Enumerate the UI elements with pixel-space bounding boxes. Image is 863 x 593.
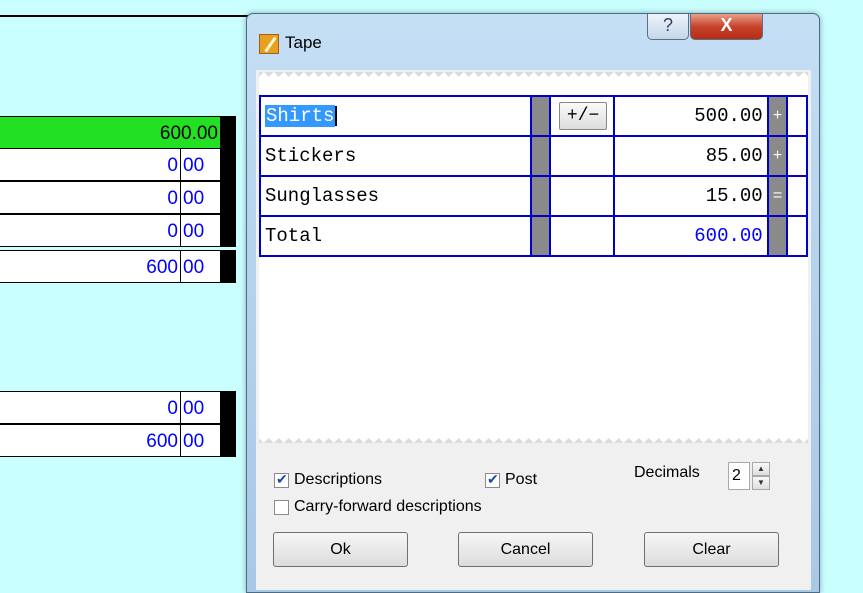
spin-down-arrow-icon[interactable]: ▼: [752, 476, 770, 490]
tape-operator-cell[interactable]: +: [766, 135, 789, 177]
sheet-row[interactable]: 600 00: [0, 250, 236, 283]
tape-operator-cell[interactable]: =: [766, 175, 789, 217]
sheet-row[interactable]: 0 00 ▲: [0, 145, 453, 181]
sheet-cell-whole[interactable]: 0: [0, 148, 180, 181]
decimals-input[interactable]: 2: [728, 462, 750, 490]
tape-top-edge: [259, 72, 808, 82]
tape-amount-cell[interactable]: 85.00: [612, 135, 769, 177]
tape-app-icon: [259, 34, 279, 54]
sheet-cell-whole[interactable]: 0: [0, 391, 180, 424]
tape-paper[interactable]: Shirts +/− 500.00 + Stickers 85.00 + Sun…: [259, 72, 808, 443]
tape-dialog: Tape ? X Shirts +/− 500.00 + Stickers 85…: [246, 13, 820, 593]
plus-minus-button[interactable]: +/−: [559, 102, 608, 130]
sheet-row-marker: ▲: [220, 178, 453, 214]
tape-operator-cell[interactable]: +: [766, 95, 789, 137]
carry-forward-label: Carry-forward descriptions: [294, 498, 482, 515]
post-label: Post: [505, 471, 538, 488]
descriptions-label: Descriptions: [294, 471, 383, 488]
sheet-row-marker: [220, 424, 236, 457]
tape-end-cell: [786, 95, 808, 137]
sheet-cell-whole[interactable]: 0: [0, 181, 180, 214]
tape-end-cell: [786, 175, 808, 217]
sheet-row[interactable]: 0 00 ▲: [0, 211, 453, 247]
tape-row[interactable]: Stickers 85.00 +: [259, 135, 808, 177]
tape-amount-cell[interactable]: 500.00: [612, 95, 769, 137]
sheet-cell-whole[interactable]: 0: [0, 214, 180, 247]
tape-separator: [529, 215, 552, 257]
help-button[interactable]: ?: [647, 14, 689, 40]
tape-description-cell[interactable]: Stickers: [259, 135, 532, 177]
close-button[interactable]: X: [690, 14, 763, 40]
tape-operator-cell: [766, 215, 789, 257]
sheet-cell-fraction[interactable]: 00: [180, 214, 220, 247]
tape-total-amount: 600.00: [612, 215, 769, 257]
tape-end-cell: [786, 215, 808, 257]
sheet-row-total-highlight[interactable]: 600.00: [0, 116, 236, 149]
sheet-cell-whole[interactable]: 600: [0, 250, 180, 283]
sheet-cell-value[interactable]: 600.00: [0, 116, 220, 149]
tape-bottom-edge: [259, 433, 808, 443]
tape-end-cell: [786, 135, 808, 177]
dialog-body: Shirts +/− 500.00 + Stickers 85.00 + Sun…: [256, 70, 811, 590]
decimals-label: Decimals: [634, 464, 700, 481]
tape-description-cell[interactable]: Sunglasses: [259, 175, 532, 217]
tape-row[interactable]: Shirts +/− 500.00 +: [259, 95, 808, 137]
tape-separator: [529, 175, 552, 217]
tape-sign-cell: +/−: [549, 95, 615, 137]
text-caret: [335, 105, 338, 126]
tape-sign-cell: [549, 175, 615, 217]
sheet-row-marker: [220, 250, 236, 283]
sheet-cell-fraction[interactable]: 00: [180, 391, 220, 424]
sheet-row-marker: [220, 116, 236, 149]
sheet-cell-fraction[interactable]: 00: [180, 250, 220, 283]
sheet-row-marker: ▲: [220, 145, 453, 181]
sheet-cell-whole[interactable]: 600: [0, 424, 180, 457]
sheet-row-marker: ▲: [220, 211, 453, 247]
tape-sign-cell: [549, 215, 615, 257]
sheet-cell-fraction[interactable]: 00: [180, 424, 220, 457]
tape-total-label[interactable]: Total: [259, 215, 532, 257]
sheet-row[interactable]: 600 00: [0, 424, 236, 457]
tape-table: Shirts +/− 500.00 + Stickers 85.00 + Sun…: [259, 95, 808, 257]
post-checkbox[interactable]: [485, 471, 500, 488]
sheet-row[interactable]: 0 00: [0, 391, 236, 424]
sheet-row[interactable]: 0 00 ▲: [0, 178, 453, 214]
tape-amount-cell[interactable]: 15.00: [612, 175, 769, 217]
dialog-title: Tape: [285, 33, 322, 52]
spin-up-arrow-icon[interactable]: ▲: [752, 462, 770, 476]
tape-sign-cell: [549, 135, 615, 177]
descriptions-checkbox[interactable]: [274, 471, 289, 488]
sheet-cell-fraction[interactable]: 00: [180, 148, 220, 181]
tape-separator: [529, 95, 552, 137]
tape-row[interactable]: Sunglasses 15.00 =: [259, 175, 808, 217]
carry-forward-checkbox[interactable]: [274, 500, 289, 515]
tape-description-cell[interactable]: Shirts: [259, 95, 532, 137]
tape-total-row[interactable]: Total 600.00: [259, 215, 808, 257]
clear-button[interactable]: Clear: [644, 532, 779, 567]
tape-separator: [529, 135, 552, 177]
sheet-row-marker: [220, 391, 236, 424]
cancel-button[interactable]: Cancel: [458, 532, 593, 567]
sheet-cell-fraction[interactable]: 00: [180, 181, 220, 214]
sheet-top-border: [0, 15, 278, 17]
ok-button[interactable]: Ok: [273, 532, 408, 567]
tape-description-selected[interactable]: Shirts: [265, 105, 336, 127]
